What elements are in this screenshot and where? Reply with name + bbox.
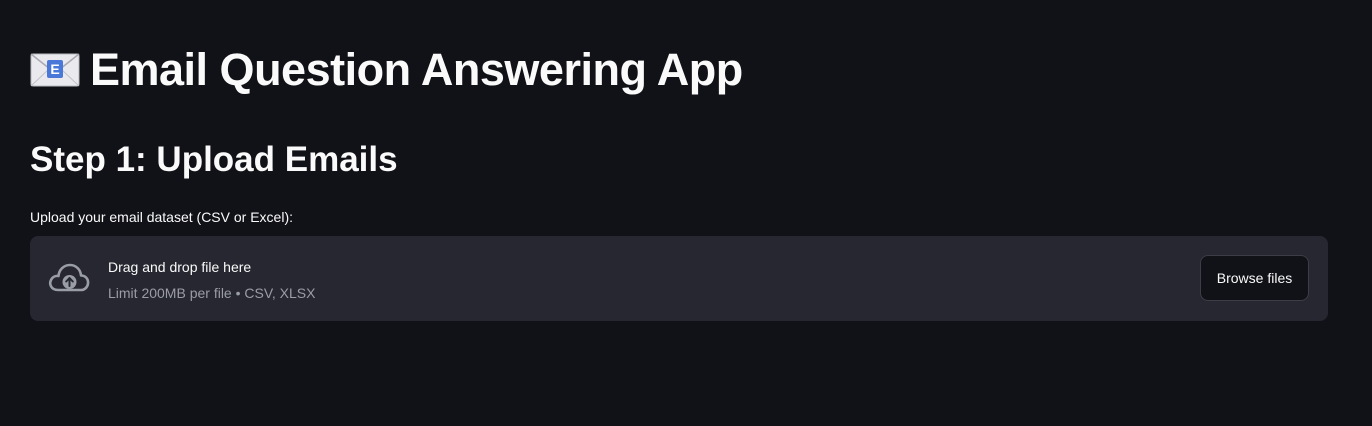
cloud-upload-icon — [47, 260, 91, 296]
dropzone-limit-text: Limit 200MB per file • CSV, XLSX — [108, 285, 316, 301]
browse-files-button[interactable]: Browse files — [1200, 255, 1309, 301]
file-dropzone[interactable]: Drag and drop file here Limit 200MB per … — [30, 236, 1328, 321]
uploader-label: Upload your email dataset (CSV or Excel)… — [30, 209, 293, 225]
app-page: E Email Question Answering App Step 1: U… — [0, 0, 1372, 426]
title-row: E Email Question Answering App — [30, 44, 743, 96]
envelope-icon: E — [30, 53, 80, 87]
dropzone-main-text: Drag and drop file here — [108, 259, 252, 275]
page-title: Email Question Answering App — [90, 44, 743, 95]
step1-heading: Step 1: Upload Emails — [30, 140, 398, 179]
svg-text:E: E — [50, 61, 59, 77]
dropzone-instructions: Drag and drop file here Limit 200MB per … — [108, 258, 315, 302]
